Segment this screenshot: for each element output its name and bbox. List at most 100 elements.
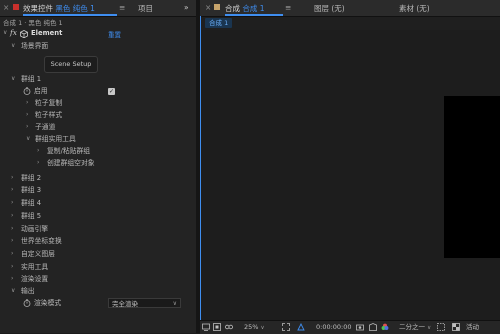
section-row[interactable]: › 实用工具 — [0, 261, 196, 273]
effect-controls-layer-name: 黑色 纯色 1 — [55, 4, 95, 13]
group-row[interactable]: › 群组 3 — [0, 184, 196, 196]
roi-icon[interactable] — [437, 323, 445, 331]
group1-item-label: 群组实用工具 — [35, 135, 76, 143]
chevron-right-icon[interactable]: › — [11, 235, 13, 247]
enable-label: 启用 — [34, 87, 48, 95]
utility-sub-row[interactable]: › 复制/粘贴群组 — [0, 145, 196, 157]
chevron-down-icon[interactable]: ∨ — [11, 73, 15, 85]
zoom-level-dropdown[interactable]: 25% ∨ — [244, 323, 265, 333]
chevron-right-icon[interactable]: › — [11, 172, 13, 184]
chevron-right-icon[interactable]: › — [26, 97, 28, 109]
mask-toggle-icon[interactable] — [297, 323, 305, 331]
chevron-right-icon[interactable]: › — [11, 223, 13, 235]
panel-overflow-icon[interactable]: » — [184, 3, 189, 12]
group1-item-row[interactable]: › 粒子样式 — [0, 109, 196, 121]
group-label: 群组 4 — [21, 199, 42, 207]
group1-item-label: 子通道 — [35, 123, 56, 131]
render-mode-row: 渲染模式 完全渲染 ∨ — [0, 297, 196, 309]
section-label: 动画引擎 — [21, 225, 49, 233]
group-row[interactable]: › 群组 5 — [0, 210, 196, 222]
composition-frame — [444, 96, 500, 258]
tab-composition[interactable]: 合成 合成 1 — [225, 3, 265, 14]
chevron-right-icon[interactable]: › — [11, 248, 13, 260]
group-label: 群组 3 — [21, 186, 42, 194]
chevron-down-icon[interactable]: ∨ — [3, 29, 7, 36]
composition-tab-label: 合成 — [225, 4, 240, 13]
tab-footage[interactable]: 素材 (无) — [399, 3, 430, 14]
effect-controls-panel: × 效果控件 黑色 纯色 1 ≡ 项目 » 合成 1 · 黑色 纯色 1 ∨ f… — [0, 0, 196, 333]
group1-enable-row: 启用 ✓ — [0, 85, 196, 97]
enable-checkbox[interactable]: ✓ — [108, 88, 115, 95]
close-icon[interactable]: × — [3, 3, 9, 12]
active-camera-dropdown[interactable]: 活动 — [466, 323, 479, 332]
panel-menu-icon[interactable]: ≡ — [119, 3, 125, 12]
active-tab-underline — [225, 14, 283, 16]
zoom-level: 25% — [244, 323, 259, 331]
breadcrumb: 合成 1 · 黑色 纯色 1 — [3, 19, 63, 27]
chevron-right-icon[interactable]: › — [11, 197, 13, 209]
chevron-down-icon[interactable]: ∨ — [26, 133, 30, 145]
output-section-row[interactable]: ∨ 输出 — [0, 285, 196, 297]
scene-section-row[interactable]: ∨ 场景界面 — [0, 40, 196, 52]
fit-icon[interactable] — [282, 323, 290, 331]
group-row[interactable]: › 群组 2 — [0, 172, 196, 184]
resolution-dropdown[interactable]: 二分之一 ∨ — [399, 323, 431, 333]
tab-project[interactable]: 项目 — [138, 3, 153, 14]
render-mode-label: 渲染模式 — [34, 299, 62, 307]
active-tab-underline — [23, 14, 117, 16]
chevron-right-icon[interactable]: › — [37, 157, 39, 169]
section-label: 自定义图层 — [21, 250, 55, 258]
effect-name: Element — [31, 29, 63, 37]
reset-link[interactable]: 重置 — [108, 29, 121, 39]
composition-flowchart-tab[interactable]: 合成 1 — [205, 18, 233, 28]
section-row[interactable]: › 动画引擎 — [0, 223, 196, 235]
chevron-right-icon[interactable]: › — [11, 261, 13, 273]
chevron-right-icon[interactable]: › — [26, 121, 28, 133]
fx-icon[interactable]: fx — [10, 28, 17, 37]
section-row[interactable]: › 世界坐标变换 — [0, 235, 196, 247]
chevron-down-icon: ∨ — [427, 325, 432, 331]
chevron-right-icon[interactable]: › — [26, 109, 28, 121]
close-icon[interactable]: × — [205, 3, 211, 12]
section-row[interactable]: › 自定义图层 — [0, 248, 196, 260]
tab-effect-controls[interactable]: 效果控件 黑色 纯色 1 — [23, 3, 95, 14]
render-mode-dropdown[interactable]: 完全渲染 ∨ — [108, 298, 181, 308]
group-label: 群组 5 — [21, 212, 42, 220]
group-label: 群组 2 — [21, 174, 42, 182]
chevron-right-icon[interactable]: › — [11, 273, 13, 285]
stopwatch-icon[interactable] — [23, 87, 31, 95]
group1-item-row[interactable]: › 子通道 — [0, 121, 196, 133]
utility-sub-row[interactable]: › 创建群组空对象 — [0, 157, 196, 169]
region-icon[interactable] — [213, 323, 221, 331]
monitor-icon[interactable] — [202, 323, 210, 331]
timecode[interactable]: 0:00:00:00 — [316, 323, 352, 332]
group1-row[interactable]: ∨ 群组 1 — [0, 73, 196, 85]
chevron-right-icon[interactable]: › — [11, 210, 13, 222]
camera-icon[interactable] — [356, 323, 364, 331]
panel-menu-icon[interactable]: ≡ — [285, 3, 291, 12]
composition-tab-name: 合成 1 — [242, 4, 265, 13]
scene-setup-button[interactable]: Scene Setup — [44, 56, 98, 73]
snapshot-icon[interactable] — [369, 323, 377, 331]
section-label: 世界坐标变换 — [21, 237, 62, 245]
composition-icon — [214, 4, 220, 10]
utility-sub-label: 复制/粘贴群组 — [47, 147, 91, 155]
render-mode-value: 完全渲染 — [112, 300, 138, 308]
section-row[interactable]: › 渲染设置 — [0, 273, 196, 285]
chevron-right-icon[interactable]: › — [37, 145, 39, 157]
stopwatch-icon[interactable] — [23, 299, 31, 307]
group1-item-label: 粒子复制 — [35, 99, 63, 107]
chevron-right-icon[interactable]: › — [11, 184, 13, 196]
chevron-down-icon: ∨ — [172, 300, 177, 307]
group-row[interactable]: › 群组 4 — [0, 197, 196, 209]
chevron-down-icon[interactable]: ∨ — [11, 40, 15, 52]
transparency-grid-icon[interactable] — [452, 323, 460, 331]
goggles-icon[interactable] — [225, 323, 233, 331]
effect-header-row[interactable]: ∨ fx Element 重置 — [0, 28, 196, 39]
tab-layer[interactable]: 图层 (无) — [314, 3, 345, 14]
chevron-down-icon[interactable]: ∨ — [11, 285, 15, 297]
cube-icon — [20, 30, 28, 38]
group1-item-row[interactable]: › 粒子复制 — [0, 97, 196, 109]
group1-item-row[interactable]: ∨ 群组实用工具 — [0, 133, 196, 145]
color-channel-icon[interactable] — [381, 323, 389, 331]
